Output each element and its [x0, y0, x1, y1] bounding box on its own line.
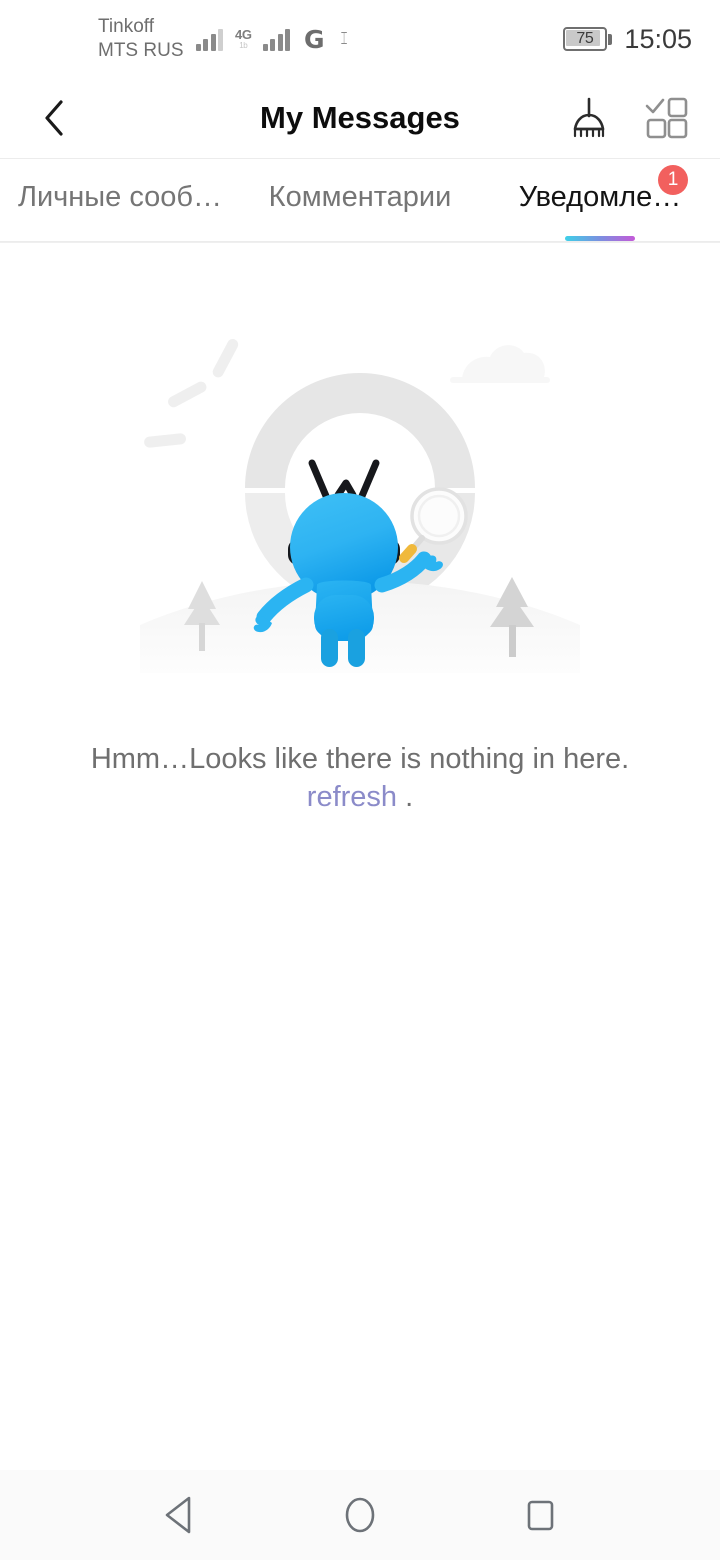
- android-navigation-bar: [0, 1470, 720, 1560]
- multi-select-grid-icon: [645, 97, 688, 139]
- status-bar: Tinkoff MTS RUS 4G 1b G ⌶ 75 15:05: [0, 0, 720, 78]
- signal-bars-icon: [195, 27, 223, 51]
- status-bar-right: 75 15:05: [562, 23, 692, 55]
- carrier-line-1: Tinkoff: [98, 16, 154, 38]
- multi-select-button[interactable]: [644, 95, 690, 141]
- tab-label: Уведомле…: [518, 180, 682, 213]
- sim-card-icon: ⌶: [340, 28, 347, 49]
- app-bar-actions: [566, 95, 690, 141]
- nav-recents-square-icon: [527, 1500, 554, 1531]
- tab-bar: Личные сооб… Комментарии Уведомле… 1: [0, 159, 720, 241]
- nav-home-circle-icon: [345, 1497, 375, 1533]
- empty-message-text: Hmm…Looks like there is nothing in here.: [90, 743, 630, 775]
- active-tab-indicator: [565, 236, 635, 241]
- empty-state-container: Hmm…Looks like there is nothing in here.…: [0, 242, 720, 1470]
- g-network-icon: G: [304, 24, 325, 54]
- status-bar-left: Tinkoff MTS RUS 4G 1b G ⌶: [20, 15, 563, 63]
- carrier-line-2: MTS RUS: [98, 40, 184, 61]
- tab-notifications[interactable]: Уведомле… 1: [480, 159, 720, 241]
- empty-illustration-svg: [140, 339, 580, 673]
- network-sub-text: 1b: [239, 41, 248, 50]
- nav-back-triangle-icon: [165, 1496, 191, 1534]
- signal-bars-icon-secondary: [262, 27, 291, 51]
- clear-messages-button[interactable]: [566, 95, 612, 141]
- network-type-text: 4G: [235, 27, 252, 42]
- nav-home-button[interactable]: [320, 1480, 400, 1550]
- tab-personal-messages[interactable]: Личные сооб…: [0, 159, 240, 241]
- tab-label: Личные сооб…: [17, 180, 223, 213]
- tab-comments[interactable]: Комментарии: [240, 159, 480, 241]
- back-chevron-icon: [45, 100, 63, 136]
- robot-with-magnifier-illustration: [140, 333, 580, 673]
- notifications-badge: 1: [658, 165, 688, 195]
- phone-screen: Tinkoff MTS RUS 4G 1b G ⌶ 75 15:05 My Me…: [0, 0, 720, 1560]
- cloud-shape: [450, 345, 550, 383]
- carrier-name: Tinkoff MTS RUS: [98, 15, 184, 63]
- nav-back-button[interactable]: [140, 1480, 220, 1550]
- app-bar: My Messages: [0, 78, 720, 158]
- tab-label: Комментарии: [268, 180, 452, 213]
- nav-recents-button[interactable]: [500, 1480, 580, 1550]
- back-button[interactable]: [30, 94, 78, 142]
- broom-icon: [573, 97, 605, 138]
- trailing-punctuation: .: [405, 780, 414, 813]
- network-type-label: 4G 1b: [235, 28, 252, 50]
- refresh-link[interactable]: refresh: [307, 781, 397, 813]
- empty-state-message: Hmm…Looks like there is nothing in here.…: [91, 741, 629, 816]
- sun-rays-shape: [144, 339, 239, 448]
- battery-level-text: 75: [576, 30, 594, 47]
- status-bar-clock: 15:05: [624, 23, 692, 54]
- battery-icon: 75: [562, 27, 613, 51]
